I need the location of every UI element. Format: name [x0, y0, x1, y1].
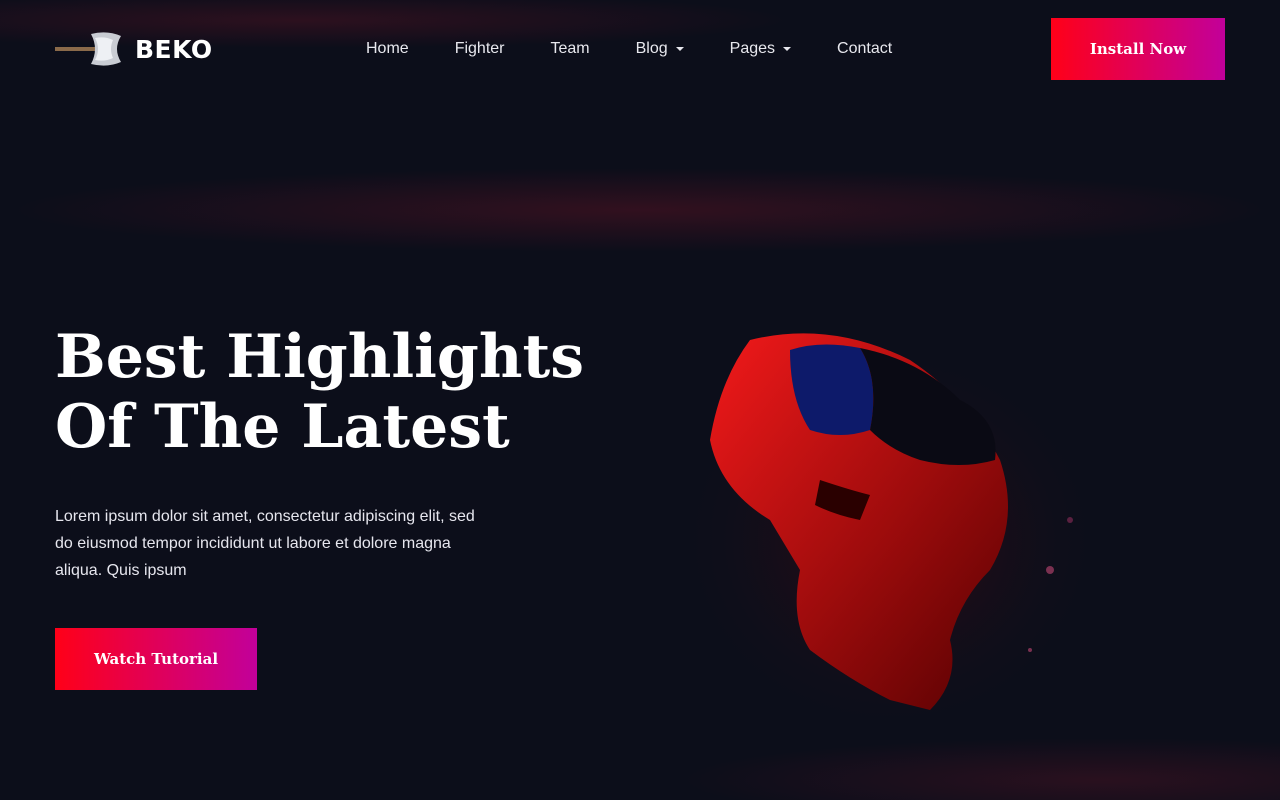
- nav-item-team[interactable]: Team: [550, 38, 589, 60]
- nav-label: Contact: [837, 40, 893, 57]
- nav-item-contact[interactable]: Contact: [837, 38, 892, 60]
- nav-label: Fighter: [454, 40, 505, 57]
- nav-item-home[interactable]: Home: [366, 38, 409, 60]
- nav-label: Pages: [729, 40, 776, 57]
- nav-label: Blog: [635, 40, 668, 57]
- brand-name: BEKO: [135, 34, 213, 64]
- nav-label: Team: [550, 40, 590, 57]
- axe-icon: [55, 30, 125, 68]
- nav-item-fighter[interactable]: Fighter: [455, 38, 505, 60]
- hero-title-line2: Of The Latest: [55, 392, 510, 462]
- nav-item-blog[interactable]: Blog: [636, 38, 684, 60]
- nav-item-pages[interactable]: Pages: [729, 38, 792, 60]
- watch-tutorial-button[interactable]: Watch Tutorial: [55, 628, 257, 690]
- vr-gamer-illustration: [660, 320, 1120, 740]
- nav-label: Home: [366, 40, 409, 57]
- caret-down-icon: [783, 47, 792, 51]
- brand-logo[interactable]: BEKO: [55, 30, 213, 68]
- site-header: BEKO Home Fighter Team Blog Pages Contac…: [0, 0, 1280, 96]
- hero-title-line1: Best Highlights: [55, 322, 584, 392]
- caret-down-icon: [675, 47, 684, 51]
- hero-description: Lorem ipsum dolor sit amet, consectetur …: [55, 508, 475, 579]
- main-nav: Home Fighter Team Blog Pages Contact: [366, 38, 938, 60]
- hero-title: Best Highlights Of The Latest: [55, 322, 655, 462]
- install-now-button[interactable]: Install Now: [1051, 18, 1225, 80]
